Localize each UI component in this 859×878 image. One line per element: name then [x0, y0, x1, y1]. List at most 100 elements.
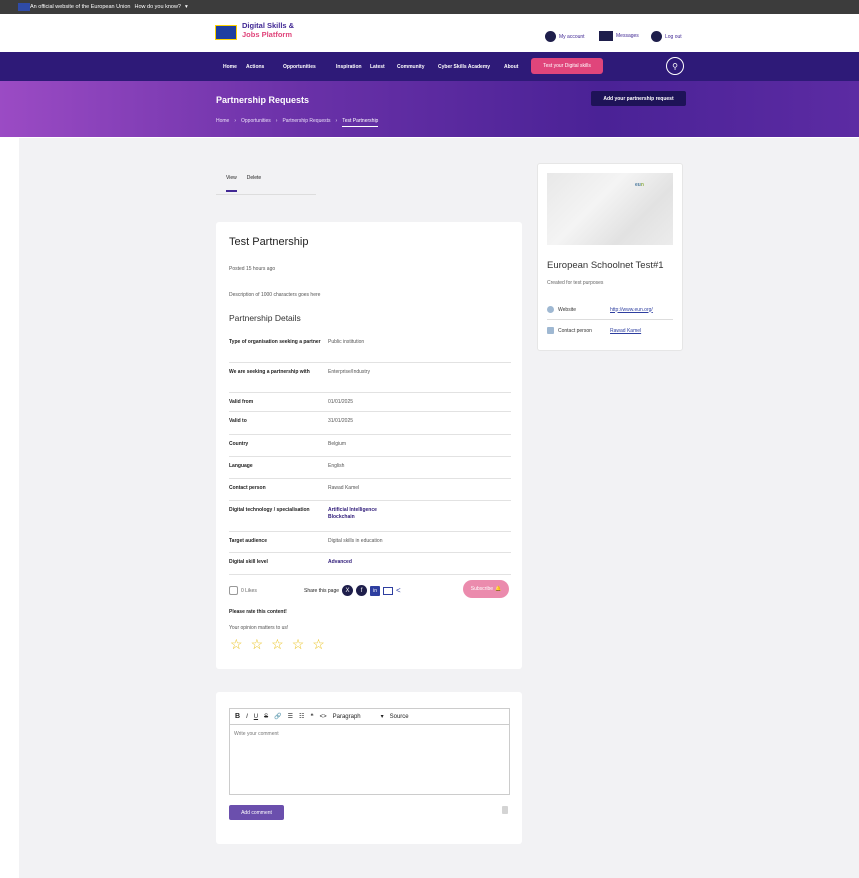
eu-logo-icon[interactable] — [215, 25, 237, 40]
detail-value: Enterprise/Industry — [328, 369, 370, 375]
chevron-down-icon[interactable]: ▾ — [381, 713, 384, 720]
content-tabs: View Delete — [226, 175, 261, 192]
editor-toolbar: B I U S 🔗 ☰ ☷ ❝ <> Paragraph ▾ Source — [229, 708, 510, 724]
blockquote-icon[interactable]: ❝ — [310, 713, 313, 720]
subscribe-label: Subscribe — [470, 586, 493, 592]
rate-subtitle: Your opinion matters to us! — [229, 625, 289, 631]
star-icon[interactable]: ☆ — [271, 636, 284, 653]
bell-icon: 🔔 — [495, 586, 502, 592]
email-share-icon[interactable] — [383, 586, 394, 595]
globe-icon — [547, 306, 554, 313]
contact-card-icon — [547, 327, 554, 334]
add-partnership-request-button[interactable]: Add your partnership request — [591, 91, 686, 106]
nav-item-cyber-skills-academy[interactable]: Cyber Skills Academy — [438, 64, 490, 70]
tab-view[interactable]: View — [226, 175, 237, 192]
paragraph-dropdown[interactable]: Paragraph — [333, 714, 375, 720]
organisation-description: Created for test purposes — [547, 280, 604, 286]
detail-value-link[interactable]: Blockchain — [328, 514, 355, 521]
star-icon[interactable]: ☆ — [230, 636, 243, 653]
detail-row: Country Belgium — [229, 435, 511, 457]
x-twitter-icon[interactable]: X — [342, 585, 354, 596]
link-icon[interactable]: 🔗 — [274, 713, 281, 720]
logout-label: Log out — [665, 33, 682, 40]
bulleted-list-icon[interactable]: ☰ — [288, 713, 293, 720]
site-logo[interactable]: Digital Skills & Jobs Platform — [242, 21, 294, 39]
partnership-description: Description of 1000 characters goes here — [229, 292, 321, 298]
my-account-link[interactable]: My account — [545, 31, 585, 42]
numbered-list-icon[interactable]: ☷ — [299, 713, 304, 720]
breadcrumb-opportunities[interactable]: Opportunities — [241, 118, 271, 127]
bold-button[interactable]: B — [235, 713, 240, 720]
share-icon[interactable]: < — [396, 586, 401, 595]
breadcrumb-separator: › — [275, 118, 278, 124]
detail-key: Country — [229, 441, 249, 447]
detail-value: Digital skills in education — [328, 538, 383, 544]
strikethrough-button[interactable]: S — [264, 714, 268, 720]
add-comment-button[interactable]: Add comment — [229, 805, 284, 820]
nav-item-about[interactable]: About — [504, 64, 518, 70]
detail-key: Valid from — [229, 399, 254, 405]
detail-row: Digital technology / specialisation Arti… — [229, 501, 511, 532]
detail-key: Digital skill level — [229, 559, 268, 565]
chevron-down-icon[interactable]: ▾ — [185, 4, 188, 10]
messages-label: Messages — [616, 33, 639, 39]
nav-item-actions[interactable]: Actions — [246, 64, 264, 70]
underline-button[interactable]: U — [254, 714, 258, 720]
source-button[interactable]: Source — [390, 714, 409, 720]
detail-value: English — [328, 463, 345, 469]
tab-delete[interactable]: Delete — [247, 175, 261, 192]
search-icon[interactable]: ⚲ — [666, 57, 684, 75]
nav-item-home[interactable]: Home — [223, 64, 237, 70]
test-digital-skills-button[interactable]: Test your Digital skills — [531, 58, 603, 74]
nav-item-community[interactable]: Community — [397, 64, 425, 70]
my-account-label: My account — [559, 33, 585, 40]
how-do-you-know-link[interactable]: How do you know? — [135, 4, 181, 10]
website-link[interactable]: http://www.eun.org/ — [610, 307, 653, 313]
like-button[interactable]: 0 Likes — [229, 586, 257, 595]
thumbs-up-icon — [229, 586, 238, 595]
detail-row: Contact person Rawad Kamel — [229, 479, 511, 501]
organisation-website-row: Website http://www.eun.org/ — [547, 306, 673, 313]
italic-button[interactable]: I — [246, 714, 248, 720]
breadcrumb-separator: › — [234, 118, 237, 124]
logout-link[interactable]: Log out — [651, 31, 682, 42]
nav-item-latest[interactable]: Latest — [370, 64, 385, 70]
detail-row: Language English — [229, 457, 511, 479]
envelope-icon — [599, 31, 613, 41]
user-icon — [545, 31, 556, 42]
breadcrumb-partnership-requests[interactable]: Partnership Requests — [282, 118, 330, 127]
likes-count: 0 Likes — [241, 587, 257, 594]
detail-row: Valid from 01/01/2025 — [229, 393, 511, 412]
hero-banner — [0, 81, 859, 137]
messages-link[interactable]: Messages — [599, 31, 639, 41]
nav-item-inspiration[interactable]: Inspiration — [336, 64, 362, 70]
star-icon[interactable]: ☆ — [251, 636, 264, 653]
subscribe-button[interactable]: Subscribe 🔔 — [463, 580, 509, 598]
detail-value-link[interactable]: Advanced — [328, 559, 352, 566]
star-icon[interactable]: ☆ — [292, 636, 305, 653]
detail-value-link[interactable]: Artificial Intelligence — [328, 507, 377, 514]
share-label: Share this page — [304, 587, 340, 594]
partnership-title: Test Partnership — [229, 236, 309, 248]
organisation-name: European Schoolnet Test#1 — [547, 260, 664, 271]
trash-icon[interactable] — [502, 806, 508, 814]
details-heading: Partnership Details — [229, 313, 301, 323]
breadcrumb: Home › Opportunities › Partnership Reque… — [216, 118, 379, 127]
contact-link[interactable]: Rawad Kamel — [610, 328, 641, 334]
rate-title: Please rate this content! — [229, 609, 287, 615]
detail-key: Language — [229, 463, 253, 469]
breadcrumb-separator: › — [335, 118, 338, 124]
main-nav — [0, 52, 859, 81]
eu-official-text: An official website of the European Unio… — [30, 4, 131, 10]
organisation-contact-row: Contact person Rawad Kamel — [547, 327, 673, 334]
logout-icon — [651, 31, 662, 42]
facebook-icon[interactable]: f — [356, 585, 368, 596]
code-icon[interactable]: <> — [320, 714, 327, 720]
linkedin-icon[interactable]: in — [370, 585, 381, 596]
breadcrumb-home[interactable]: Home — [216, 118, 229, 127]
star-icon[interactable]: ☆ — [312, 636, 325, 653]
tabs-divider — [216, 194, 316, 195]
organisation-image — [547, 173, 673, 245]
nav-item-opportunities[interactable]: Opportunities — [283, 64, 316, 70]
contact-label: Contact person — [558, 327, 592, 334]
